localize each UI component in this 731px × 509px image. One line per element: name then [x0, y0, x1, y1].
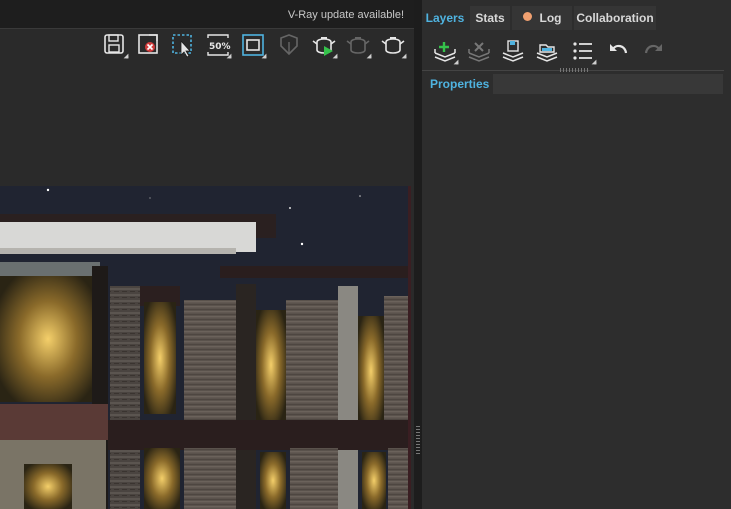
properties-label[interactable]: Properties: [426, 74, 494, 94]
status-bar: V-Ray update available!: [0, 0, 414, 29]
update-notice[interactable]: V-Ray update available!: [288, 9, 404, 21]
zoom-icon[interactable]: 50%: [205, 32, 232, 59]
svg-text:50%: 50%: [209, 42, 231, 52]
teapot-icon[interactable]: [380, 32, 407, 59]
add-layer-icon[interactable]: [432, 38, 459, 65]
tab-log[interactable]: Log: [512, 6, 572, 30]
undo-icon[interactable]: [606, 38, 632, 64]
render-image: [0, 186, 411, 509]
cursor-icon[interactable]: [276, 32, 302, 58]
tab-layers[interactable]: Layers: [422, 6, 468, 30]
stop-render-icon[interactable]: [345, 32, 372, 59]
tab-collaboration[interactable]: Collaboration: [574, 6, 656, 30]
log-status-icon: [522, 12, 532, 22]
panel-tabs: Layers Stats Log Collaboration: [422, 6, 731, 30]
region-select-icon[interactable]: [170, 32, 196, 58]
frame-icon[interactable]: [240, 32, 267, 59]
render-view-pane: V-Ray update available! 50%: [0, 0, 414, 509]
panel-resize-grip[interactable]: [560, 68, 588, 72]
clear-icon[interactable]: [136, 32, 162, 58]
tab-stats[interactable]: Stats: [470, 6, 510, 30]
delete-layer-icon[interactable]: [466, 38, 492, 64]
panel-splitter[interactable]: [414, 0, 422, 509]
save-layers-icon[interactable]: [500, 38, 526, 64]
properties-header: Properties: [426, 74, 723, 94]
layers-panel: Layers Stats Log Collaboration Propertie…: [422, 0, 731, 509]
render-toolbar: 50%: [0, 30, 414, 62]
render-icon[interactable]: [311, 32, 338, 59]
redo-icon[interactable]: [640, 38, 666, 64]
save-icon[interactable]: [102, 32, 129, 59]
load-layers-icon[interactable]: [534, 38, 560, 64]
list-icon[interactable]: [570, 38, 597, 65]
layers-toolbar: [422, 32, 724, 71]
